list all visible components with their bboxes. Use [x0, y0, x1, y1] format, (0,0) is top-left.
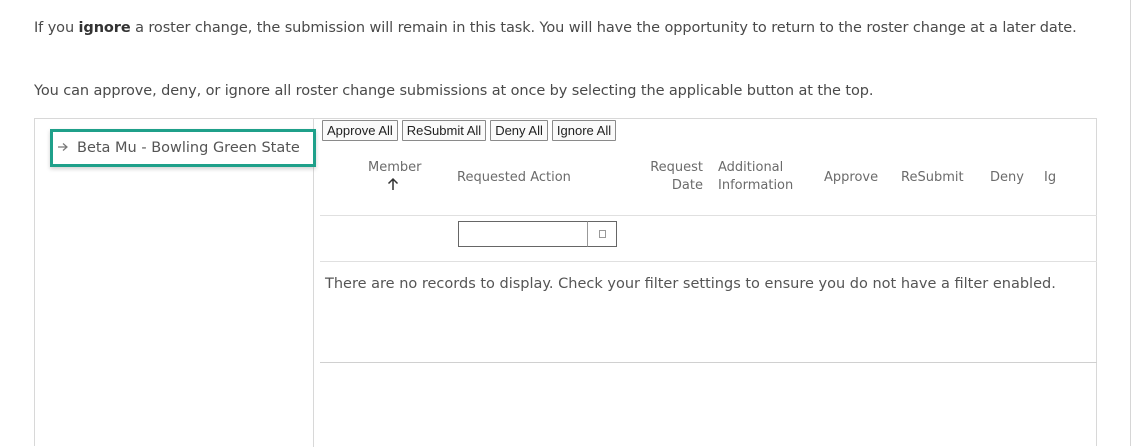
column-header-approve[interactable]: Approve — [824, 169, 878, 187]
chapter-tree: Beta Mu - Bowling Green State — [35, 119, 316, 447]
column-header-resubmit[interactable]: ReSubmit — [901, 169, 964, 187]
ignore-all-button[interactable]: Ignore All — [551, 120, 617, 141]
approve-all-button[interactable]: Approve All — [322, 120, 398, 141]
filter-row — [320, 215, 1097, 262]
column-header-label: Information — [718, 178, 794, 193]
column-header-requested-action[interactable]: Requested Action — [457, 169, 571, 187]
column-header-label: Date — [671, 178, 703, 193]
instruction-bulk-actions: You can approve, deny, or ignore all ros… — [34, 83, 874, 99]
resubmit-all-button[interactable]: ReSubmit All — [401, 120, 487, 141]
column-header-deny[interactable]: Deny — [990, 169, 1024, 187]
column-header-label: Request — [650, 160, 703, 175]
filter-menu-button[interactable] — [587, 221, 617, 247]
empty-state-row: There are no records to display. Check y… — [320, 261, 1097, 363]
tree-item-label: Beta Mu - Bowling Green State — [77, 140, 300, 156]
column-header-label: Additional — [718, 160, 784, 175]
instruction-text: a roster change, the submission will rem… — [130, 20, 1077, 36]
deny-all-button[interactable]: Deny All — [490, 120, 548, 141]
column-header-additional-information[interactable]: Additional Information — [718, 159, 798, 195]
filter-icon — [598, 230, 606, 238]
no-records-message: There are no records to display. Check y… — [325, 276, 1056, 292]
instruction-ignore: If you ignore a roster change, the submi… — [34, 17, 1109, 39]
roster-grid: Approve All ReSubmit All Deny All Ignore… — [320, 119, 1097, 447]
roster-change-frame: Beta Mu - Bowling Green State Approve Al… — [34, 118, 1097, 447]
instruction-text: If you — [34, 20, 79, 36]
grid-header: Member Requested Action Request Date Add… — [320, 157, 1097, 216]
column-header-request-date[interactable]: Request Date — [641, 159, 703, 195]
requested-action-filter-input[interactable] — [458, 221, 588, 247]
grid-toolbar: Approve All ReSubmit All Deny All Ignore… — [322, 120, 617, 141]
instruction-bold-ignore: ignore — [78, 20, 131, 36]
chevron-right-icon[interactable] — [57, 141, 71, 156]
column-header-label: Member — [368, 160, 422, 175]
tree-item-beta-mu[interactable]: Beta Mu - Bowling Green State — [50, 129, 316, 167]
content-panel: If you ignore a roster change, the submi… — [0, 0, 1131, 447]
arrow-up-icon — [368, 177, 418, 195]
column-header-member[interactable]: Member — [368, 159, 422, 195]
column-header-ignore[interactable]: Ig — [1044, 169, 1056, 187]
